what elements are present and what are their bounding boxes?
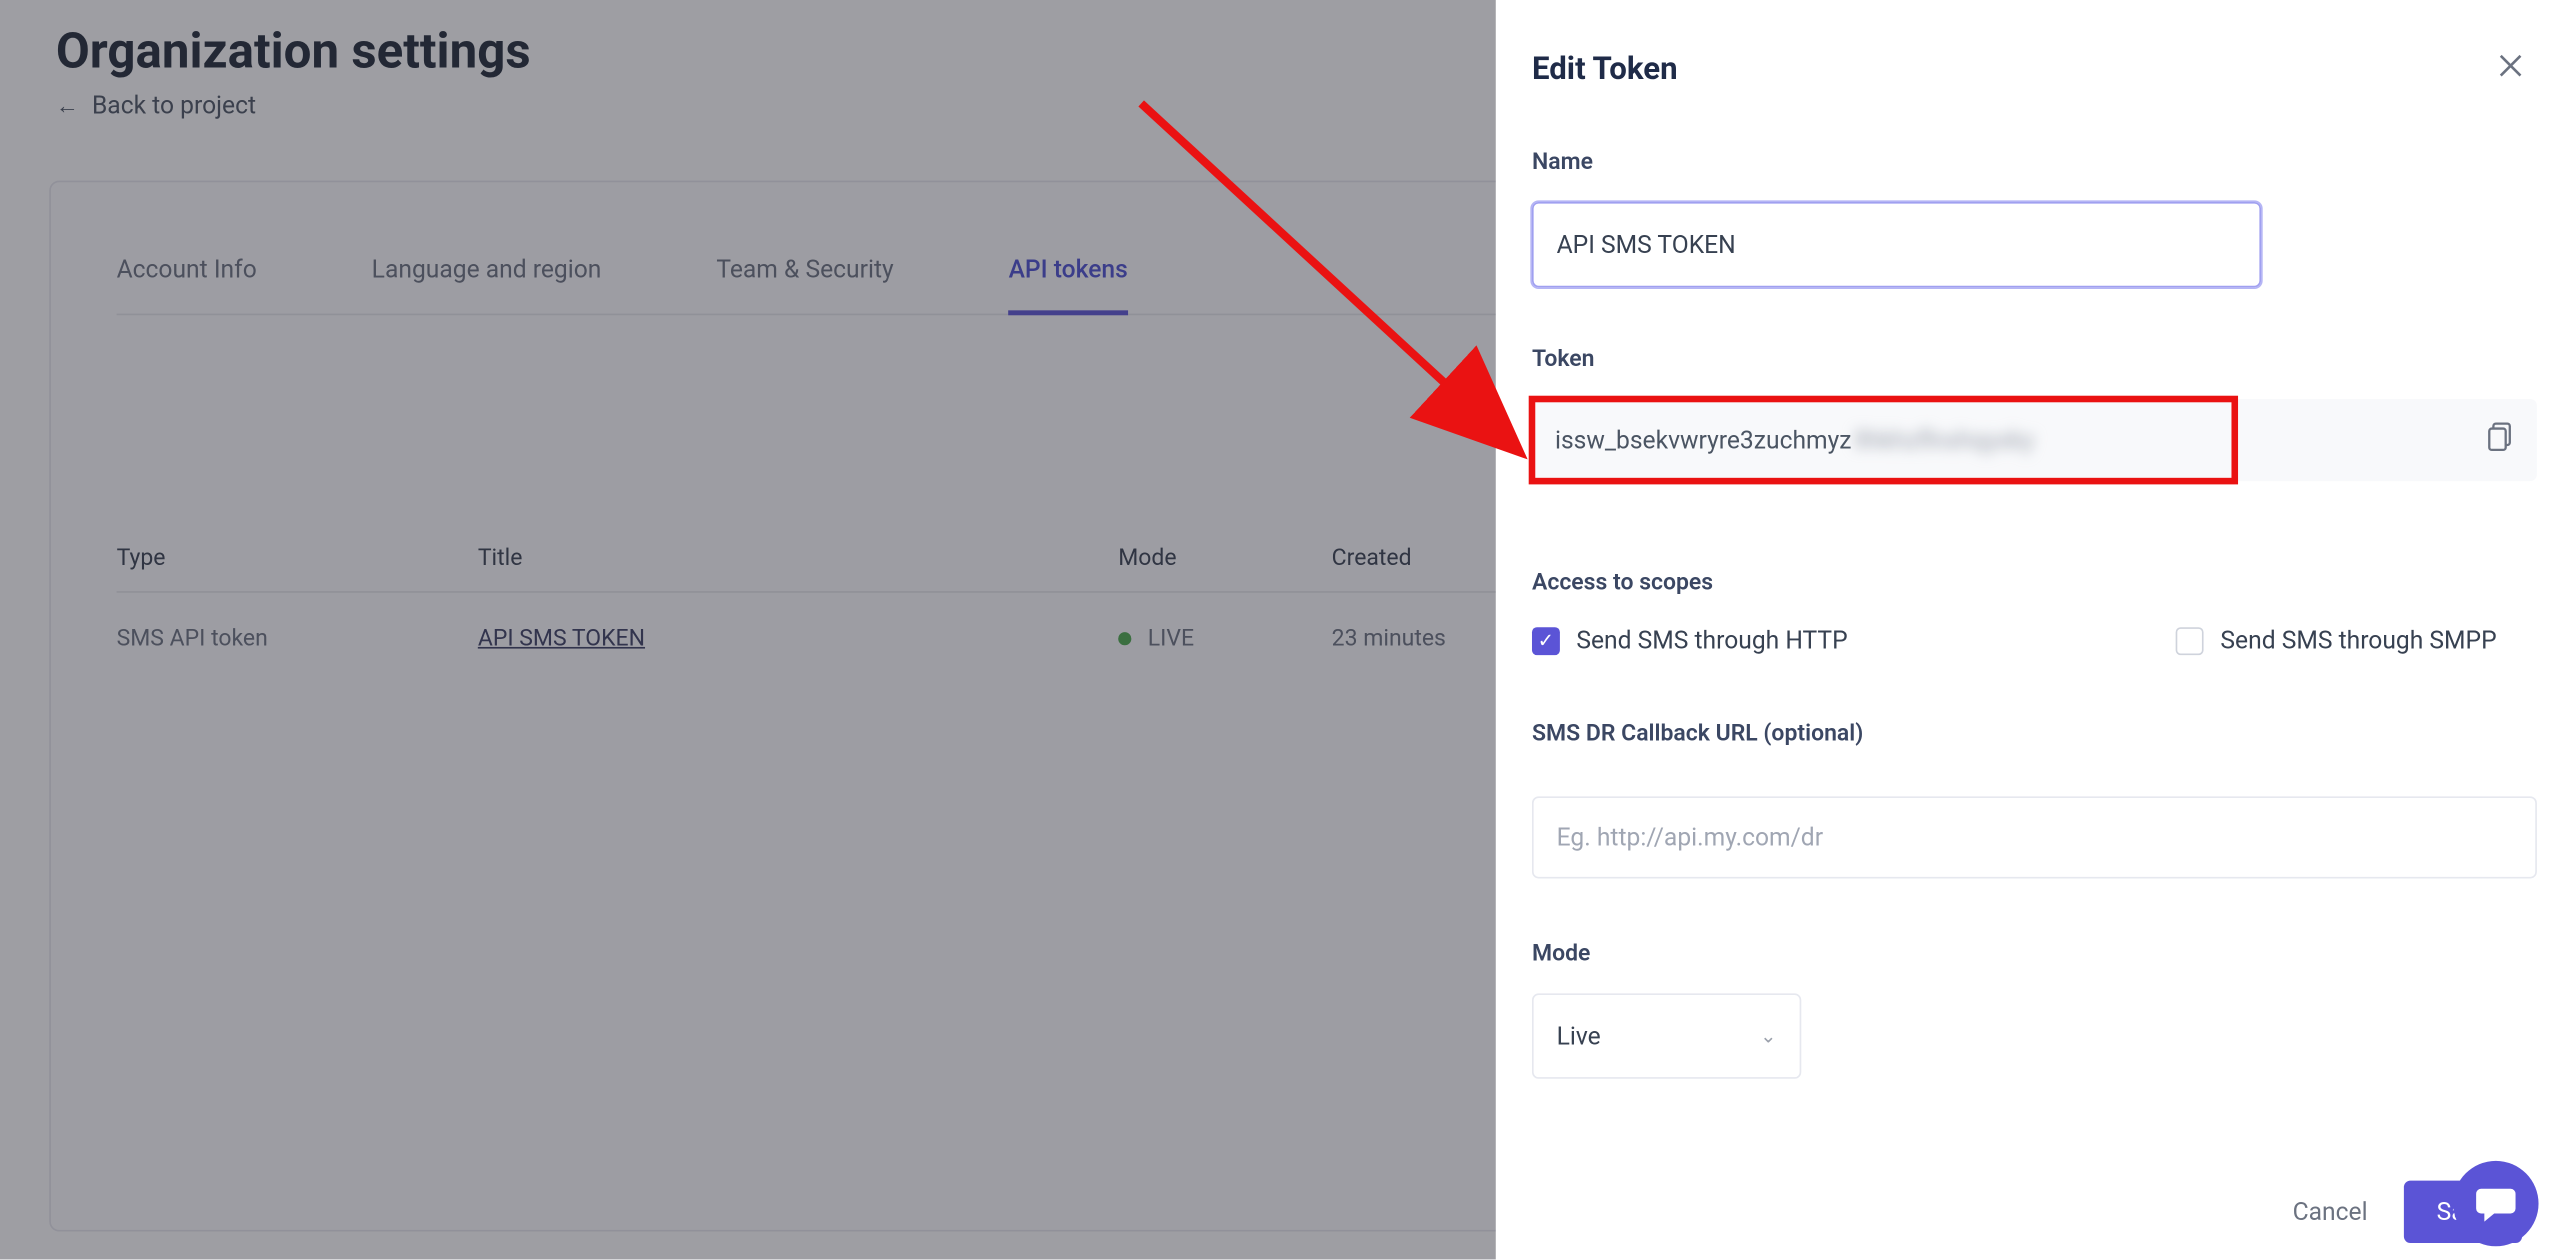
tab-api-tokens[interactable]: API tokens <box>1009 232 1128 316</box>
copy-icon[interactable] <box>2488 422 2514 458</box>
callback-input[interactable] <box>1532 796 2537 878</box>
tabs-row: Account Info Language and region Team & … <box>117 232 1657 316</box>
tab-team-security[interactable]: Team & Security <box>716 232 893 314</box>
token-label: Token <box>1532 346 2522 372</box>
cell-type: SMS API token <box>117 626 478 652</box>
th-mode: Mode <box>1118 545 1331 571</box>
callback-label: SMS DR Callback URL (optional) <box>1532 721 2522 747</box>
th-type: Type <box>117 545 478 571</box>
table-row[interactable]: SMS API token API SMS TOKEN LIVE 23 minu… <box>117 593 1657 685</box>
page-title: Organization settings <box>56 23 531 80</box>
close-icon[interactable] <box>2499 51 2522 85</box>
scope-http-label: Send SMS through HTTP <box>1576 626 1847 656</box>
panel-title: Edit Token <box>1532 49 1678 87</box>
scope-smpp-checkbox[interactable]: Send SMS through SMPP <box>2176 626 2497 656</box>
back-label: Back to project <box>92 90 256 120</box>
table-header-row: Type Title Mode Created <box>117 545 1657 593</box>
scope-smpp-label: Send SMS through SMPP <box>2220 626 2496 656</box>
scope-http-checkbox[interactable]: ✓ Send SMS through HTTP <box>1532 626 1848 656</box>
mode-value: Live <box>1557 1021 1601 1051</box>
settings-card: Account Info Language and region Team & … <box>49 181 1724 1232</box>
back-to-project-link[interactable]: ← Back to project <box>56 90 256 120</box>
cell-title-link[interactable]: API SMS TOKEN <box>478 626 645 652</box>
scopes-label: Access to scopes <box>1532 570 2522 596</box>
tokens-table: Type Title Mode Created SMS API token AP… <box>117 545 1657 685</box>
name-label: Name <box>1532 149 2522 175</box>
cancel-button[interactable]: Cancel <box>2293 1197 2368 1227</box>
name-input[interactable] <box>1532 202 2261 287</box>
token-hidden-part: llhkhzflnxhqyxky <box>1855 425 2034 455</box>
token-display: issw_bsekvwryre3zuchmyz llhkhzflnxhqyxky <box>1532 399 2537 481</box>
arrow-left-icon: ← <box>56 91 79 119</box>
status-dot-icon <box>1118 632 1131 645</box>
th-title: Title <box>478 545 1118 571</box>
tab-account-info[interactable]: Account Info <box>117 232 257 314</box>
mode-select[interactable]: Live ⌄ <box>1532 993 1801 1078</box>
tab-language-region[interactable]: Language and region <box>372 232 602 314</box>
mode-label: Mode <box>1532 941 2522 967</box>
help-chat-button[interactable] <box>2453 1161 2538 1246</box>
token-visible-part: issw_bsekvwryre3zuchmyz <box>1555 425 1852 455</box>
checkbox-unchecked-icon <box>2176 626 2204 654</box>
chevron-down-icon: ⌄ <box>1760 1025 1777 1048</box>
cell-mode: LIVE <box>1148 626 1194 652</box>
checkbox-checked-icon: ✓ <box>1532 626 1560 654</box>
edit-token-panel: Edit Token Name Token issw_bsekvwryre3zu… <box>1496 0 2558 1259</box>
